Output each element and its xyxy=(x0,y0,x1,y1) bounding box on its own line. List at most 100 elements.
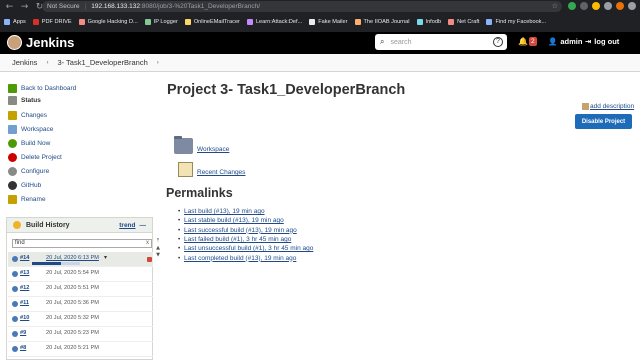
task-label[interactable]: Changes xyxy=(21,112,47,119)
task-label[interactable]: Status xyxy=(21,97,41,104)
bookmark-item[interactable]: The IIOAB Journal xyxy=(354,19,410,25)
build-row[interactable]: #12 20 Jul, 2020 5:51 PM xyxy=(8,282,153,297)
build-number-link[interactable]: #13 xyxy=(20,270,29,276)
task-rename[interactable]: Rename xyxy=(8,195,46,204)
task-status[interactable]: Status xyxy=(8,96,41,105)
build-number-link[interactable]: #9 xyxy=(20,330,26,336)
bookmark-item[interactable]: Find my Facebook... xyxy=(486,19,546,25)
task-configure[interactable]: Configure xyxy=(8,167,49,176)
scroll-up-icon[interactable]: ▲ xyxy=(156,245,160,252)
recent-changes-link-label[interactable]: Recent Changes xyxy=(197,169,245,176)
recent-changes-link[interactable]: Recent Changes xyxy=(178,162,245,177)
forward-arrow-icon[interactable]: → xyxy=(19,2,30,13)
bookmark-item[interactable]: OnlineEMailTracer xyxy=(184,19,240,25)
logout-link[interactable]: ⇥ log out xyxy=(585,37,619,46)
bookmark-item[interactable]: Google Hacking D... xyxy=(78,19,138,25)
build-row[interactable]: #13 20 Jul, 2020 5:54 PM xyxy=(8,267,153,282)
search-box[interactable]: ⌕ search ? xyxy=(375,34,507,50)
permalink-item[interactable]: Last stable build (#13), 19 min ago xyxy=(178,217,284,224)
bookmark-item[interactable]: Infodb xyxy=(416,19,441,25)
extension-icon[interactable] xyxy=(592,2,600,10)
build-date-link[interactable]: 20 Jul, 2020 6:13 PM xyxy=(46,255,99,261)
build-number-link[interactable]: #8 xyxy=(20,345,26,351)
find-input[interactable]: find x xyxy=(12,239,152,248)
build-row[interactable]: #10 20 Jul, 2020 5:32 PM xyxy=(8,312,153,327)
task-workspace[interactable]: Workspace xyxy=(8,125,53,134)
back-arrow-icon[interactable]: ← xyxy=(4,2,15,13)
bookmark-item[interactable]: Apps xyxy=(4,19,26,25)
task-github[interactable]: GitHub xyxy=(8,181,41,190)
build-row[interactable]: #8 20 Jul, 2020 5:21 PM xyxy=(8,342,153,357)
extension-icon[interactable] xyxy=(568,2,576,10)
build-date-link[interactable]: 20 Jul, 2020 5:51 PM xyxy=(46,285,99,291)
permalink-item[interactable]: Last successful build (#13), 19 min ago xyxy=(178,227,297,234)
task-delete-project[interactable]: Delete Project xyxy=(8,153,62,162)
menu-kebab-icon[interactable] xyxy=(628,2,636,10)
build-number-link[interactable]: #12 xyxy=(20,285,29,291)
build-date-link[interactable]: 20 Jul, 2020 5:32 PM xyxy=(46,315,99,321)
task-label[interactable]: Delete Project xyxy=(21,154,62,161)
permalink-item[interactable]: Last build (#13), 19 min ago xyxy=(178,208,265,215)
jenkins-logo-icon[interactable] xyxy=(7,35,22,50)
user-menu[interactable]: 👤 admin xyxy=(548,37,582,46)
permalink-item[interactable]: Last completed build (#13), 19 min ago xyxy=(178,255,296,262)
task-label[interactable]: Back to Dashboard xyxy=(21,85,76,92)
build-date-link[interactable]: 20 Jul, 2020 5:21 PM xyxy=(46,345,99,351)
profile-avatar-icon[interactable] xyxy=(616,2,624,10)
bookmark-item[interactable]: PDF DRIVE xyxy=(32,19,72,25)
build-number-link[interactable]: #14 xyxy=(20,255,29,261)
trend-link[interactable]: trend xyxy=(119,222,135,229)
breadcrumb-arrow-icon[interactable]: › xyxy=(157,60,159,66)
extensions-puzzle-icon[interactable] xyxy=(604,2,612,10)
task-back-to-dashboard[interactable]: Back to Dashboard xyxy=(8,84,76,93)
task-changes[interactable]: Changes xyxy=(8,111,47,120)
user-name[interactable]: admin xyxy=(560,37,582,46)
build-date-link[interactable]: 20 Jul, 2020 5:54 PM xyxy=(46,270,99,276)
trend-dash-link[interactable]: — xyxy=(140,222,147,229)
add-description-label[interactable]: add description xyxy=(590,103,634,110)
build-date-link[interactable]: 20 Jul, 2020 5:23 PM xyxy=(46,330,99,336)
bookmark-favicon-icon xyxy=(354,19,361,25)
permalink-item[interactable]: Last unsuccessful build (#1), 3 hr 45 mi… xyxy=(178,245,313,252)
task-label[interactable]: Build Now xyxy=(21,140,50,147)
build-number-link[interactable]: #11 xyxy=(20,300,29,306)
scroll-down-icon[interactable]: ▼ xyxy=(156,252,160,259)
address-bar[interactable]: Not Secure | 192.168.133.132:8080/job/3-… xyxy=(42,1,562,12)
breadcrumb-jenkins[interactable]: Jenkins xyxy=(12,58,37,67)
breadcrumb-project[interactable]: 3- Task1_DeveloperBranch xyxy=(57,58,147,67)
extension-icon[interactable] xyxy=(580,2,588,10)
task-label[interactable]: Rename xyxy=(21,196,46,203)
jenkins-title[interactable]: Jenkins xyxy=(26,35,74,50)
stop-build-icon[interactable] xyxy=(147,257,152,262)
build-menu-chevron-down-icon[interactable]: ▾ xyxy=(104,254,107,261)
build-date-link[interactable]: 20 Jul, 2020 5:36 PM xyxy=(46,300,99,306)
build-row[interactable]: #11 20 Jul, 2020 5:36 PM xyxy=(8,297,153,312)
task-label[interactable]: Configure xyxy=(21,168,49,175)
bookmark-item[interactable]: Net Craft xyxy=(448,19,479,25)
bookmark-item[interactable]: Learn:Attack:Def... xyxy=(246,19,302,25)
task-label[interactable]: Workspace xyxy=(21,126,53,133)
workspace-link-label[interactable]: Workspace xyxy=(197,146,229,153)
disable-project-button[interactable]: Disable Project xyxy=(575,114,632,129)
task-label[interactable]: GitHub xyxy=(21,182,41,189)
permalink-item[interactable]: Last failed build (#1), 3 hr 45 min ago xyxy=(178,236,291,243)
security-indicator[interactable]: Not Secure xyxy=(47,3,80,10)
search-input[interactable]: search xyxy=(390,39,493,46)
bookmark-item[interactable]: Fake Mailer xyxy=(309,19,348,25)
build-row[interactable]: #14 20 Jul, 2020 6:13 PM ▾ xyxy=(8,252,153,267)
scroll-top-icon[interactable]: ⤒ xyxy=(157,238,159,245)
bookmark-star-icon[interactable]: ☆ xyxy=(552,1,558,12)
help-icon[interactable]: ? xyxy=(493,37,503,47)
bookmark-item[interactable]: IP Logger xyxy=(144,19,178,25)
logout-label[interactable]: log out xyxy=(594,37,619,46)
task-build-now[interactable]: Build Now xyxy=(8,139,50,148)
workspace-link[interactable]: Workspace xyxy=(174,136,229,154)
build-progress-bar[interactable] xyxy=(32,262,80,265)
build-row[interactable]: #9 20 Jul, 2020 5:23 PM xyxy=(8,327,153,342)
add-description-link[interactable]: add description xyxy=(582,103,634,110)
build-number-link[interactable]: #10 xyxy=(20,315,29,321)
breadcrumb-arrow-icon[interactable]: › xyxy=(46,60,48,66)
bell-icon[interactable]: 🔔 xyxy=(518,37,528,46)
clear-find-icon[interactable]: x xyxy=(146,240,149,247)
notification-badge[interactable]: 2 xyxy=(529,37,537,46)
